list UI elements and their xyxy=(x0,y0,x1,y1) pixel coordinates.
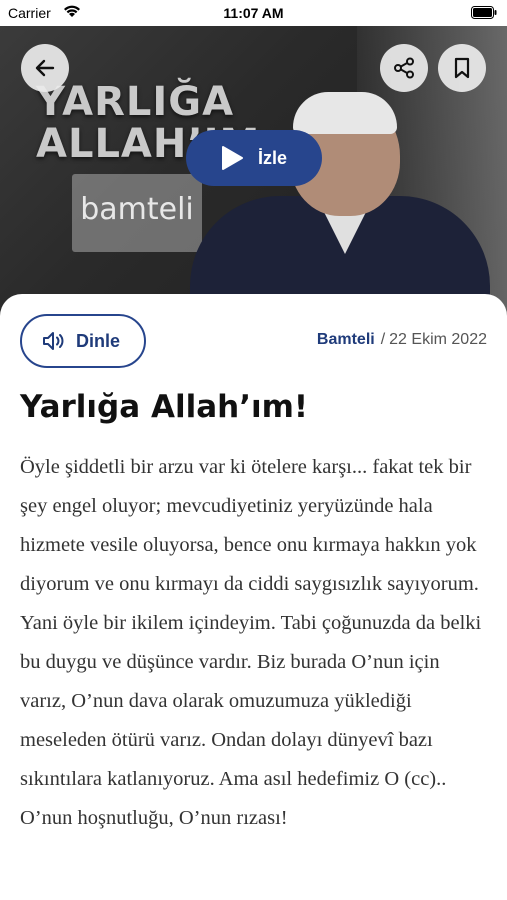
video-thumbnail[interactable]: YARLIĞA ALLAH’IM bamteli İzle xyxy=(0,26,507,316)
article-body: Öyle şiddetli bir arzu var ki ötelere ka… xyxy=(20,456,482,829)
meta-separator: / xyxy=(380,331,386,348)
status-time: 11:07 AM xyxy=(223,5,284,21)
listen-label: Dinle xyxy=(76,330,121,351)
status-bar: Carrier 11:07 AM xyxy=(0,0,507,26)
play-icon xyxy=(222,146,243,170)
article-card: Dinle Bamteli /22 Ekim 2022 Yarlığa Allah… xyxy=(0,294,507,900)
bookmark-button[interactable] xyxy=(438,44,486,92)
speaker-icon xyxy=(43,332,64,350)
arrow-left-icon xyxy=(35,59,55,77)
share-button[interactable] xyxy=(380,44,428,92)
article-date: 22 Ekim 2022 xyxy=(389,331,487,348)
thumbnail-person xyxy=(150,92,490,316)
watch-label: İzle xyxy=(258,147,288,168)
article-title: Yarlığa Allah’ım! xyxy=(20,389,309,425)
listen-button[interactable]: Dinle xyxy=(20,314,146,368)
share-icon xyxy=(394,57,414,79)
bookmark-icon xyxy=(454,57,470,79)
person-cap xyxy=(293,92,397,134)
watch-button[interactable]: İzle xyxy=(186,130,322,186)
battery-icon xyxy=(471,6,497,19)
article-meta: Bamteli /22 Ekim 2022 xyxy=(317,331,487,349)
back-button[interactable] xyxy=(21,44,69,92)
category-link[interactable]: Bamteli xyxy=(317,331,375,348)
